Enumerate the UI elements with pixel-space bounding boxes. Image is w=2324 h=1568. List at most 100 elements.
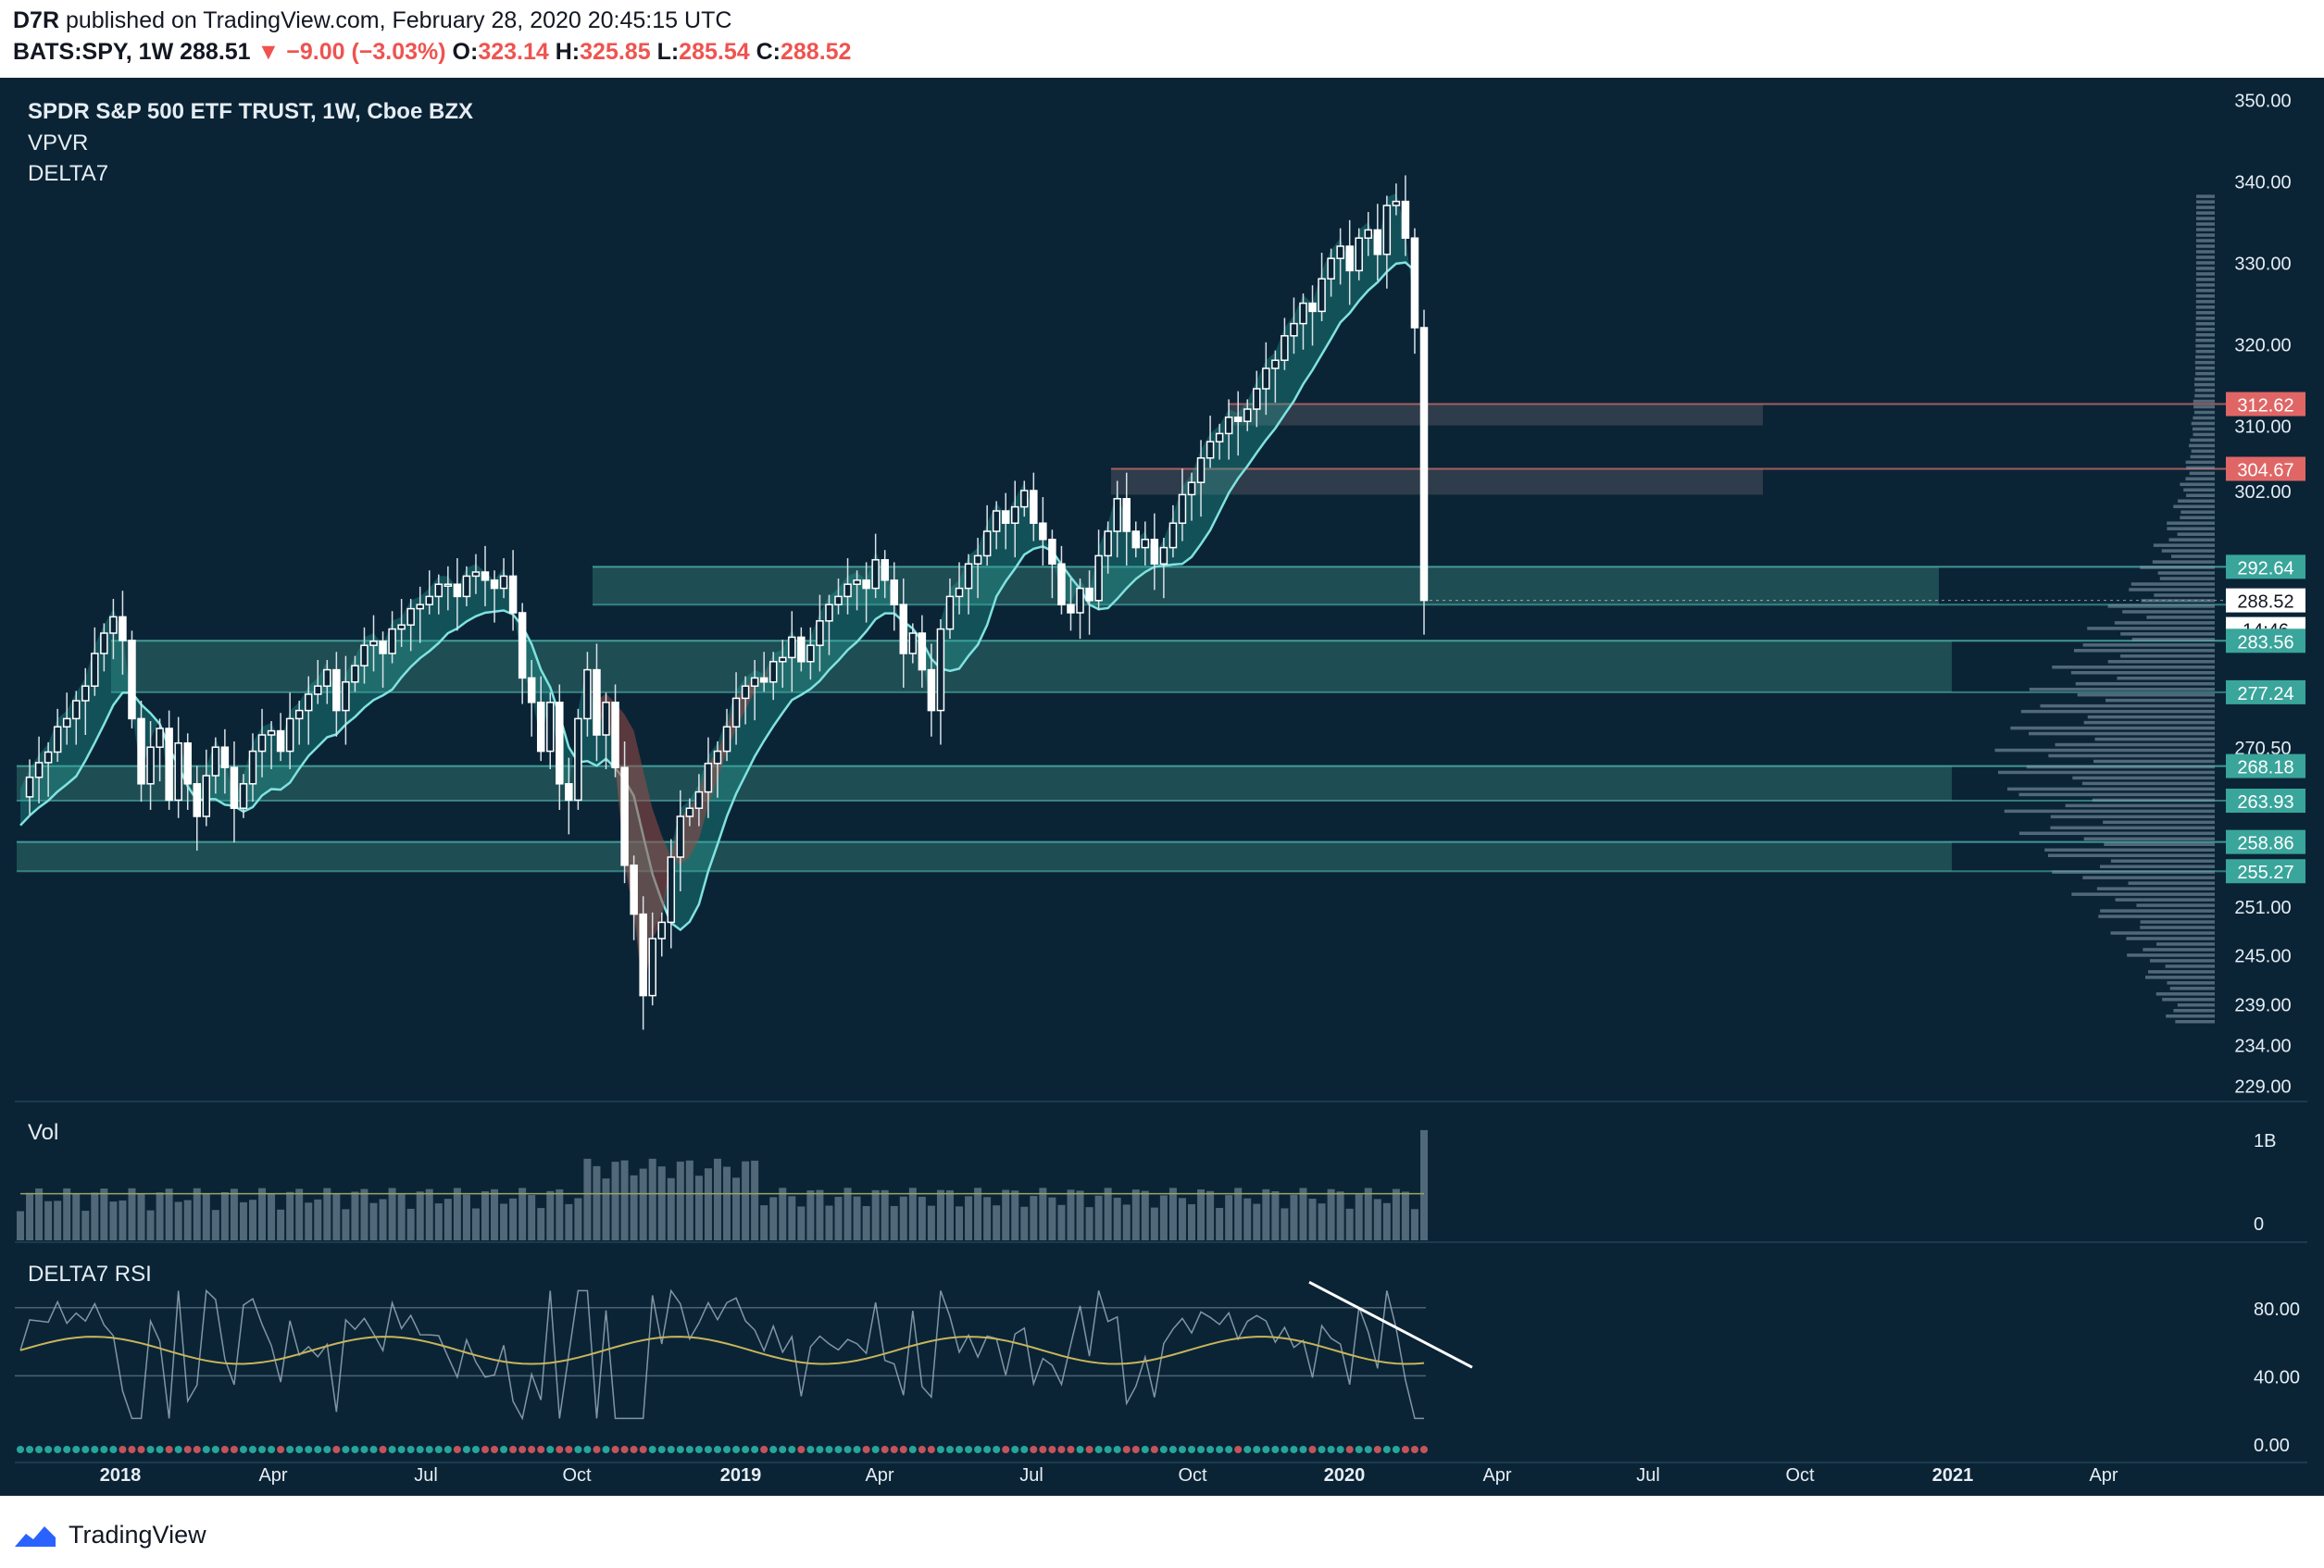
candle-body[interactable] <box>1113 498 1121 532</box>
candle-body[interactable] <box>1215 432 1224 442</box>
candle-body[interactable] <box>602 702 610 736</box>
candle-body[interactable] <box>1057 563 1066 605</box>
candle-body[interactable] <box>304 693 313 712</box>
candle-body[interactable] <box>1067 604 1075 614</box>
candle-body[interactable] <box>750 677 759 687</box>
candle-body[interactable] <box>992 510 1001 532</box>
indicator-delta7[interactable]: DELTA7 <box>28 161 108 186</box>
candle-body[interactable] <box>611 702 619 768</box>
support-zone[interactable] <box>17 765 1952 802</box>
indicator-vpvr[interactable]: VPVR <box>28 131 88 156</box>
candle-body[interactable] <box>1271 359 1280 369</box>
candle-body[interactable] <box>620 766 629 866</box>
candle-body[interactable] <box>797 636 806 663</box>
candle-body[interactable] <box>360 644 369 666</box>
candle-body[interactable] <box>91 653 99 687</box>
candle-body[interactable] <box>630 865 638 915</box>
candle-body[interactable] <box>890 579 898 605</box>
support-zone[interactable] <box>17 841 1952 872</box>
candle-body[interactable] <box>881 559 889 581</box>
candle-body[interactable] <box>379 641 387 654</box>
candle-body[interactable] <box>694 790 704 809</box>
candle-body[interactable] <box>936 628 945 712</box>
candle-body[interactable] <box>62 717 71 728</box>
candle-body[interactable] <box>25 777 34 798</box>
candle-body[interactable] <box>574 717 582 802</box>
candle-body[interactable] <box>1206 441 1215 459</box>
candle-body[interactable] <box>1076 587 1084 614</box>
candle-body[interactable] <box>444 583 453 587</box>
candle-body[interactable] <box>1122 498 1131 532</box>
candle-body[interactable] <box>1168 522 1178 549</box>
candle-body[interactable] <box>816 620 824 646</box>
candle-body[interactable] <box>1224 417 1233 435</box>
candle-body[interactable] <box>741 685 750 700</box>
candle-body[interactable] <box>593 668 601 736</box>
candle-body[interactable] <box>53 726 62 753</box>
candle-body[interactable] <box>1001 510 1010 524</box>
candle-body[interactable] <box>81 685 90 702</box>
tradingview-logo-icon[interactable] <box>13 1521 59 1549</box>
candle-body[interactable] <box>639 913 647 997</box>
candle-body[interactable] <box>908 632 918 654</box>
candle-body[interactable] <box>137 717 145 785</box>
candle-body[interactable] <box>1327 257 1335 280</box>
candle-body[interactable] <box>481 571 490 581</box>
candle-body[interactable] <box>471 571 481 578</box>
candle-body[interactable] <box>267 729 276 736</box>
candle-body[interactable] <box>927 668 936 712</box>
candle-body[interactable] <box>1094 554 1103 602</box>
support-zone[interactable] <box>593 566 1939 605</box>
candle-body[interactable] <box>119 616 127 641</box>
chart-area[interactable]: 350.00 340.00 330.00 320.00 310.00 302.00 270.… <box>0 78 2324 1496</box>
candle-body[interactable] <box>434 583 444 598</box>
candle-body[interactable] <box>871 559 880 590</box>
candle-body[interactable] <box>165 728 173 802</box>
rsi-pane-label[interactable]: DELTA7 RSI <box>28 1262 152 1287</box>
candle-body[interactable] <box>248 750 257 785</box>
candle-body[interactable] <box>1392 200 1401 206</box>
candle-body[interactable] <box>527 677 536 703</box>
candle-body[interactable] <box>314 685 322 695</box>
candle-body[interactable] <box>1233 417 1243 422</box>
candle-body[interactable] <box>397 624 406 630</box>
candle-body[interactable] <box>406 607 415 626</box>
candle-body[interactable] <box>202 775 211 817</box>
candle-body[interactable] <box>1243 408 1252 422</box>
candle-body[interactable] <box>556 702 564 785</box>
candle-body[interactable] <box>1104 530 1112 557</box>
candle-body[interactable] <box>388 628 396 654</box>
candle-body[interactable] <box>1401 200 1410 239</box>
candle-body[interactable] <box>536 702 545 753</box>
candle-body[interactable] <box>1011 505 1019 524</box>
candle-body[interactable] <box>565 783 573 802</box>
candle-body[interactable] <box>583 668 592 720</box>
candle-body[interactable] <box>676 815 685 858</box>
candle-body[interactable] <box>1159 546 1168 565</box>
candle-body[interactable] <box>1085 587 1093 602</box>
candle-body[interactable] <box>351 665 359 683</box>
candle-body[interactable] <box>657 921 666 940</box>
candle-body[interactable] <box>1336 245 1344 259</box>
candle-body[interactable] <box>369 641 378 646</box>
candle-body[interactable] <box>1345 245 1354 272</box>
candle-body[interactable] <box>779 656 787 663</box>
candle-body[interactable] <box>1364 229 1373 239</box>
candle-body[interactable] <box>899 604 908 654</box>
candle-body[interactable] <box>1382 205 1392 255</box>
candle-body[interactable] <box>128 640 136 720</box>
candle-body[interactable] <box>1048 539 1056 565</box>
candle-body[interactable] <box>1178 493 1187 524</box>
candle-body[interactable] <box>1196 457 1206 483</box>
candle-body[interactable] <box>1020 490 1029 508</box>
candle-body[interactable] <box>1253 388 1261 410</box>
candle-body[interactable] <box>508 575 518 614</box>
candle-body[interactable] <box>34 762 44 778</box>
candle-body[interactable] <box>1410 237 1419 329</box>
candle-body[interactable] <box>1308 302 1317 313</box>
candle-body[interactable] <box>294 709 304 720</box>
candle-body[interactable] <box>285 717 294 753</box>
candle-body[interactable] <box>973 554 982 565</box>
candle-body[interactable] <box>193 783 202 817</box>
candle-body[interactable] <box>1030 490 1038 524</box>
